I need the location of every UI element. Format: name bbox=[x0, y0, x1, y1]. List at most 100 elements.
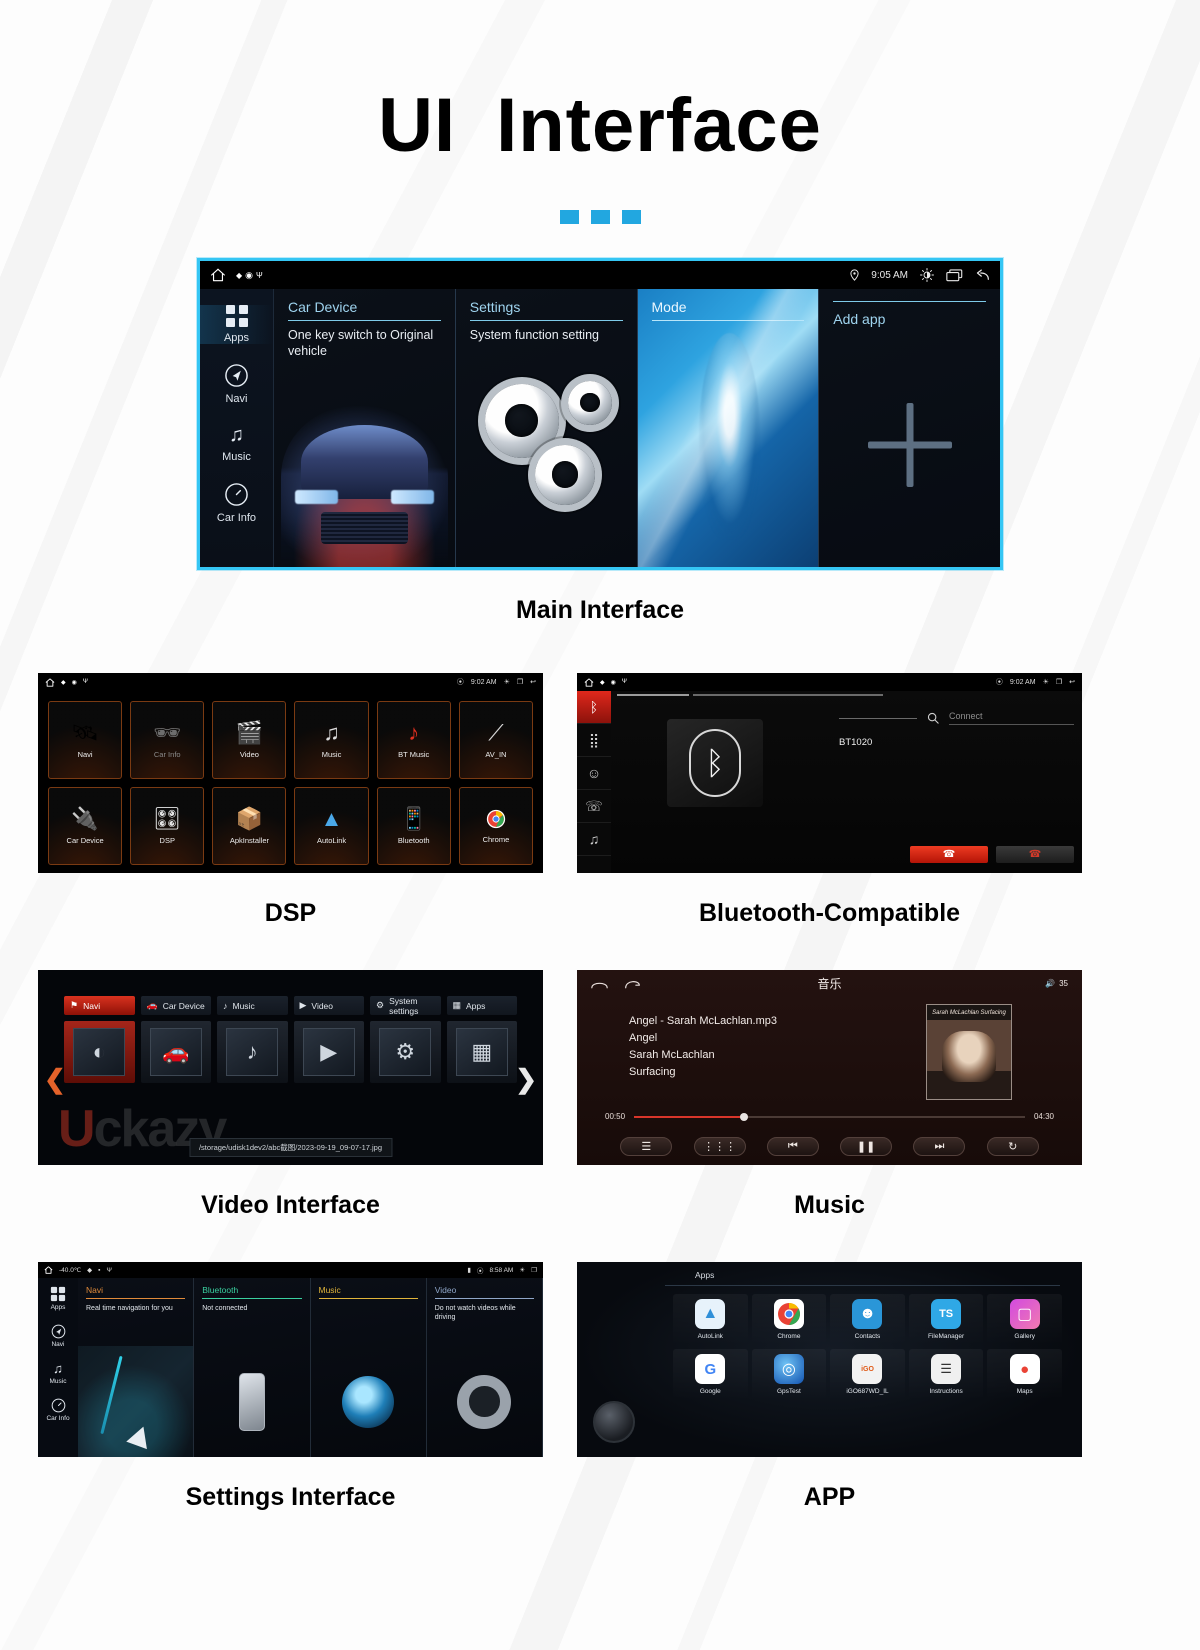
main-status-bar: ◆ ◉ Ψ 9:05 AM bbox=[200, 261, 1000, 289]
settings-card-navi[interactable]: Navi Real time navigation for you bbox=[78, 1278, 195, 1457]
tab-music[interactable]: ♪ Music bbox=[217, 996, 288, 1015]
app-tile-bt-music[interactable]: ♪ BT Music bbox=[376, 701, 451, 779]
app-tile-apkinstaller[interactable]: 📦 ApkInstaller bbox=[212, 787, 287, 865]
home-icon[interactable] bbox=[45, 677, 55, 687]
music-note-icon: ♫ bbox=[229, 424, 244, 446]
card-settings[interactable]: Settings System function setting bbox=[455, 289, 638, 567]
hangup-button[interactable]: ☎ bbox=[996, 846, 1074, 863]
back-arrow-icon[interactable] bbox=[975, 268, 990, 282]
bt-tab-dialpad[interactable]: ⣿ bbox=[577, 724, 611, 757]
sidebar-item-music[interactable]: ♫ Music bbox=[50, 1361, 67, 1385]
thumbnail-navi[interactable]: ◐ bbox=[64, 1021, 135, 1083]
home-icon[interactable] bbox=[44, 1266, 53, 1274]
app-tile-gpstest[interactable]: ◎ GpsTest bbox=[751, 1349, 827, 1400]
previous-button[interactable]: ⏮ bbox=[766, 1137, 819, 1156]
repeat-button[interactable]: ↻ bbox=[986, 1137, 1039, 1156]
settings-card-music[interactable]: Music bbox=[310, 1278, 427, 1457]
call-button[interactable]: ☎ bbox=[910, 846, 988, 863]
connect-input[interactable]: Connect bbox=[949, 711, 1074, 725]
app-tile-av-in[interactable]: ⟋ AV_IN bbox=[458, 701, 533, 779]
sidebar-item-navi[interactable]: Navi bbox=[200, 363, 273, 405]
panels-grid: ◆ ◉ Ψ ⦿ 9:02 AM ☀ ❐ ↩ 🛰 Navi 🕶 Car Info … bbox=[0, 673, 1200, 1512]
brightness-icon[interactable]: ☀ bbox=[504, 678, 510, 686]
bt-tab-contacts[interactable]: ☺ bbox=[577, 757, 611, 790]
sidebar-item-music[interactable]: ♫ Music bbox=[200, 424, 273, 463]
app-tile-igo[interactable]: iGO iGO687WD_IL bbox=[830, 1349, 905, 1400]
tab-label: Car Device bbox=[162, 1000, 205, 1011]
bluetooth-device-name[interactable]: BT1020 bbox=[839, 737, 1074, 748]
thumbnail-apps[interactable]: ▦ bbox=[446, 1021, 517, 1083]
sidebar-item-car-info[interactable]: Car Info bbox=[46, 1398, 70, 1422]
app-tile-contacts[interactable]: ☻ Contacts bbox=[830, 1294, 905, 1345]
chevron-left-icon[interactable]: ❮ bbox=[44, 1064, 66, 1095]
tab-apps[interactable]: ▦ Apps bbox=[446, 996, 517, 1015]
app-tile-chrome[interactable]: Chrome bbox=[458, 787, 533, 865]
bluetooth-connect-area: Connect BT1020 bbox=[839, 711, 1074, 748]
sidebar-item-apps[interactable]: Apps bbox=[50, 1286, 66, 1311]
multi-window-icon[interactable]: ❐ bbox=[531, 1266, 537, 1274]
multi-window-icon[interactable]: ❐ bbox=[517, 678, 523, 686]
app-tile-dsp[interactable]: 🎛 DSP bbox=[130, 787, 205, 865]
multi-window-icon[interactable] bbox=[946, 268, 963, 282]
multi-window-icon[interactable]: ❐ bbox=[1056, 678, 1062, 686]
thumbnail-settings[interactable]: ⚙ bbox=[370, 1021, 441, 1083]
sidebar-item-navi[interactable]: Navi bbox=[51, 1324, 66, 1348]
tab-navi[interactable]: ⚑ Navi bbox=[64, 996, 135, 1015]
thumbnail-car-device[interactable]: 🚗 bbox=[140, 1021, 211, 1083]
card-add-app[interactable]: Add app bbox=[819, 289, 1000, 567]
home-icon[interactable] bbox=[210, 268, 226, 282]
dialpad-icon: ⣿ bbox=[588, 731, 600, 748]
app-tile-filemanager[interactable]: TS FileManager bbox=[908, 1294, 984, 1345]
app-tile-autolink[interactable]: ▲ AutoLink bbox=[294, 787, 369, 865]
app-tile-google[interactable]: G Google bbox=[673, 1349, 748, 1400]
brightness-icon[interactable]: ☀ bbox=[1043, 678, 1049, 686]
back-arrow-icon[interactable]: ↩ bbox=[530, 678, 536, 686]
tab-video[interactable]: ▶ Video bbox=[293, 996, 364, 1015]
apps-grid-icon bbox=[50, 1286, 66, 1302]
app-tile-instructions[interactable]: ☰ Instructions bbox=[908, 1349, 984, 1400]
bt-tab-bluetooth[interactable]: ᛒ bbox=[577, 691, 611, 724]
brightness-icon[interactable]: ☀ bbox=[519, 1266, 525, 1274]
app-tile-car-device[interactable]: 🔌 Car Device bbox=[48, 787, 123, 865]
plus-icon[interactable] bbox=[868, 403, 952, 487]
tab-system-settings[interactable]: ⚙ System settings bbox=[370, 996, 441, 1016]
progress-bar[interactable] bbox=[634, 1112, 1025, 1121]
chevron-right-icon[interactable]: ❯ bbox=[515, 1064, 537, 1095]
app-tile-chrome[interactable]: Chrome bbox=[751, 1294, 827, 1345]
car-illustration bbox=[281, 405, 448, 567]
home-icon[interactable] bbox=[584, 677, 594, 687]
app-tile-maps[interactable]: ● Maps bbox=[987, 1349, 1062, 1400]
search-icon[interactable] bbox=[927, 712, 939, 724]
app-tile-autolink[interactable]: ▲ AutoLink bbox=[673, 1294, 748, 1345]
brightness-icon[interactable] bbox=[920, 268, 934, 282]
app-tile-video[interactable]: 🎬 Video bbox=[212, 701, 287, 779]
apps-header-divider bbox=[665, 1285, 1060, 1286]
next-button[interactable]: ⏭ bbox=[913, 1137, 966, 1156]
card-mode[interactable]: Mode bbox=[637, 289, 820, 567]
back-arrow-icon[interactable]: ↩ bbox=[1069, 678, 1075, 686]
playlist-button[interactable]: ☰ bbox=[620, 1137, 673, 1156]
music-note-icon: ♪ bbox=[226, 1028, 279, 1076]
sidebar-item-car-info[interactable]: Car Info bbox=[200, 482, 273, 524]
app-tile-car-info[interactable]: 🕶 Car Info bbox=[130, 701, 205, 779]
play-pause-button[interactable]: ❚❚ bbox=[840, 1137, 893, 1156]
home-icon[interactable] bbox=[591, 978, 608, 989]
volume-icon[interactable]: 🔊 bbox=[1045, 979, 1055, 988]
back-arrow-icon[interactable] bbox=[624, 978, 641, 989]
sidebar-item-apps[interactable]: Apps bbox=[200, 305, 273, 344]
equalizer-button[interactable]: ⋮⋮⋮ bbox=[693, 1137, 746, 1156]
bt-tab-music[interactable]: ♫ bbox=[577, 823, 611, 856]
dsp-caption: DSP bbox=[264, 899, 317, 927]
thumbnail-music[interactable]: ♪ bbox=[217, 1021, 288, 1083]
settings-card-video[interactable]: Video Do not watch videos while driving bbox=[426, 1278, 543, 1457]
app-tile-gallery[interactable]: ▢ Gallery bbox=[987, 1294, 1062, 1345]
app-tile-music[interactable]: ♫ Music bbox=[294, 701, 369, 779]
tab-car-device[interactable]: 🚗 Car Device bbox=[140, 996, 211, 1015]
thumbnail-video[interactable]: ▶ bbox=[293, 1021, 364, 1083]
card-car-device[interactable]: Car Device One key switch to Original ve… bbox=[274, 289, 456, 567]
app-tile-navi[interactable]: 🛰 Navi bbox=[48, 701, 123, 779]
bt-tab-call-history[interactable]: ☏ bbox=[577, 790, 611, 823]
rotary-knob-icon[interactable] bbox=[593, 1401, 635, 1443]
settings-card-bluetooth[interactable]: Bluetooth Not connected bbox=[194, 1278, 311, 1457]
app-tile-bluetooth[interactable]: 📱 Bluetooth bbox=[376, 787, 451, 865]
